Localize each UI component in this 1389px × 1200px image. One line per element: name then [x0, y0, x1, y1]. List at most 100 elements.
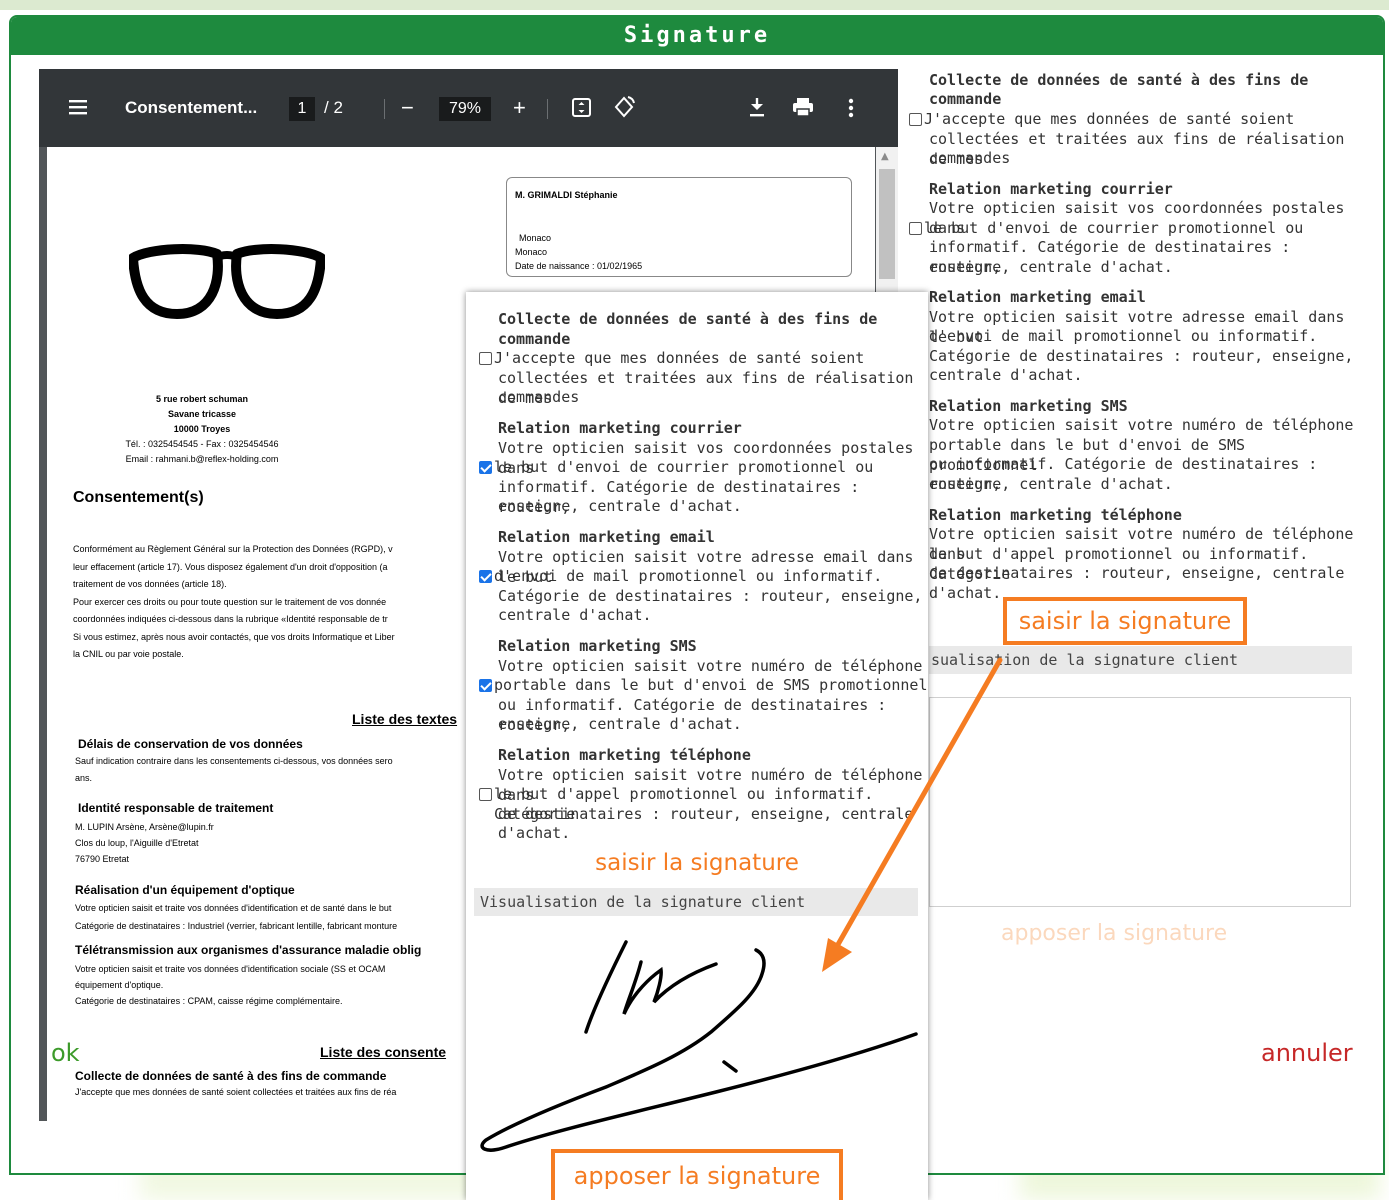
- body-line: Si vous estimez, après nous avoir contac…: [73, 631, 395, 642]
- signature-preview-label: sualisation de la signature client: [929, 646, 1352, 674]
- consent-text: de destinataires : routeur, enseigne, ce…: [498, 805, 914, 823]
- consent-checkbox-sms[interactable]: [479, 679, 492, 692]
- identite-title: Identité responsable de traitement: [78, 801, 274, 815]
- collecte-body: J'accepte que mes données de santé soien…: [75, 1087, 397, 1097]
- glasses-logo: [129, 244, 325, 319]
- body-line: leur effacement (article 17). Vous dispo…: [73, 561, 388, 572]
- consent-text: Catégorie de destinataires : routeur, en…: [929, 347, 1354, 365]
- body-line: 76790 Etretat: [75, 854, 130, 864]
- consent-text: enseigne, centrale d'achat.: [498, 715, 742, 733]
- consent-title: Relation marketing SMS: [498, 637, 697, 655]
- consent-text: Votre opticien saisit votre numéro de té…: [498, 657, 923, 675]
- patient-city: Monaco: [519, 233, 552, 243]
- body-line: Catégorie de destinataires : CPAM, caiss…: [75, 996, 343, 1006]
- consent-title: Relation marketing courrier: [498, 419, 742, 437]
- download-icon[interactable]: [747, 69, 767, 147]
- apply-signature-link[interactable]: apposer la signature: [1001, 921, 1227, 946]
- patient-name: M. GRIMALDI Stéphanie: [515, 190, 618, 200]
- consent-text: Votre opticien saisit votre numéro de té…: [929, 416, 1354, 434]
- capture-signature-link[interactable]: saisir la signature: [466, 852, 928, 874]
- consent-text: Catégorie de destinataires : routeur, en…: [498, 587, 923, 605]
- scroll-up-icon[interactable]: ▲: [881, 151, 889, 162]
- body-line: coordonnées indiquées ci-dessous dans la…: [73, 614, 388, 624]
- body-line: équipement d'optique.: [75, 980, 164, 990]
- realisation-body: Votre opticien saisit et traite vos donn…: [75, 899, 397, 935]
- consent-text: le but d'envoi de courrier promotionnel …: [924, 219, 1304, 237]
- body-line: Sauf indication contraire dans les conse…: [75, 756, 393, 766]
- list-consents-heading: Liste des consente: [320, 1044, 447, 1060]
- consent-text: de destinataires : routeur, enseigne, ce…: [929, 564, 1345, 582]
- consent-title: Relation marketing courrier: [929, 180, 1173, 198]
- consent-text: enseigne, centrale d'achat.: [929, 258, 1173, 276]
- body-line: Pour exercer ces droits ou pour toute qu…: [73, 596, 387, 607]
- consent-checkbox-courrier[interactable]: [909, 222, 922, 235]
- signature-preview-canvas[interactable]: [929, 697, 1351, 907]
- body-line: Conformément au Règlement Général sur la…: [73, 544, 393, 554]
- ok-button[interactable]: ok: [51, 1039, 80, 1067]
- consent-text: enseigne, centrale d'achat.: [498, 497, 742, 515]
- more-vert-icon[interactable]: [847, 69, 855, 147]
- consent-text: centrale d'achat.: [498, 606, 652, 624]
- body-line: ans.: [75, 773, 93, 783]
- store-address: 5 rue robert schuman Savane tricasse 100…: [47, 392, 357, 467]
- consent-text: commandes: [929, 149, 1011, 167]
- consent-title: Relation marketing email: [929, 288, 1146, 306]
- collecte-title: Collecte de données de santé à des fins …: [75, 1069, 387, 1083]
- capture-signature-button[interactable]: saisir la signature: [1003, 597, 1247, 645]
- consent-text: enseigne, centrale d'achat.: [929, 475, 1173, 493]
- page-number-input[interactable]: 1: [289, 97, 315, 121]
- consent-text: d'achat.: [929, 584, 1002, 602]
- pdf-scrollbar-thumb[interactable]: [879, 169, 895, 279]
- consent-text: J'accepte que mes données de santé soien…: [924, 110, 1295, 128]
- apply-signature-button[interactable]: apposer la signature: [551, 1149, 843, 1200]
- consent-text: le but d'envoi de courrier promotionnel …: [494, 458, 874, 476]
- consent-heading: Consentement(s): [73, 489, 204, 506]
- consent-title: Relation marketing email: [498, 528, 715, 546]
- toolbar-separator: [384, 99, 385, 119]
- cancel-button[interactable]: annuler: [1261, 1039, 1353, 1067]
- realisation-title: Réalisation d'un équipement d'optique: [75, 883, 295, 897]
- fit-page-icon[interactable]: [571, 69, 593, 147]
- address-line: 5 rue robert schuman: [155, 394, 249, 404]
- rotate-icon[interactable]: [612, 69, 636, 147]
- consent-title: Collecte de données de santé à des fins …: [498, 310, 878, 328]
- body-line: la CNIL ou par voie postale.: [73, 649, 184, 659]
- teletransmission-body: Votre opticien saisit et traite vos donn…: [75, 961, 385, 1009]
- body-line: Catégorie de destinataires : Industriel …: [75, 921, 398, 931]
- consent-text: portable dans le but d'envoi de SMS prom…: [494, 676, 928, 694]
- address-phone: Tél. : 0325454545 - Fax : 0325454546: [125, 439, 279, 449]
- patient-box: M. GRIMALDI Stéphanie Monaco Monaco Date…: [506, 177, 852, 277]
- consent-checkbox-collecte[interactable]: [479, 352, 492, 365]
- consent-title: commande: [498, 330, 571, 348]
- signature-drawing[interactable]: [466, 922, 928, 1152]
- zoom-in-button[interactable]: +: [513, 69, 526, 147]
- consent-checkbox-collecte[interactable]: [909, 113, 922, 126]
- rgpd-paragraph: Conformément au Règlement Général sur la…: [73, 541, 395, 664]
- hamburger-icon[interactable]: [69, 69, 89, 147]
- consent-title: Relation marketing téléphone: [498, 746, 751, 764]
- consent-text: d'achat.: [498, 824, 571, 842]
- patient-city-2: Monaco: [515, 247, 548, 257]
- consent-title: Relation marketing téléphone: [929, 506, 1182, 524]
- body-line: traitement de vos données (article 18).: [73, 579, 227, 589]
- consent-checkbox-telephone[interactable]: [479, 788, 492, 801]
- zoom-out-button[interactable]: −: [401, 69, 414, 147]
- body-line: Votre opticien saisit et traite vos donn…: [75, 903, 392, 913]
- dialog-title: Signature: [11, 17, 1383, 55]
- pdf-toolbar: Consentement... 1 / 2 − 79% +: [39, 69, 898, 147]
- body-line: Votre opticien saisit et traite vos donn…: [75, 964, 386, 974]
- address-line: 10000 Troyes: [173, 424, 231, 434]
- consent-checkbox-courrier[interactable]: [479, 461, 492, 474]
- body-line: Clos du loup, l'Aiguille d'Etretat: [75, 838, 199, 848]
- pdf-document-title: Consentement...: [125, 98, 258, 117]
- consent-checkbox-email[interactable]: [479, 570, 492, 583]
- zoom-input[interactable]: 79%: [439, 97, 491, 121]
- page-total: / 2: [324, 98, 343, 117]
- print-icon[interactable]: [791, 69, 815, 147]
- list-texts-heading: Liste des textes: [352, 711, 458, 727]
- consent-title: commande: [929, 90, 1002, 108]
- consent-text: d'envoi de mail promotionnel ou informat…: [929, 327, 1318, 345]
- consent-text: centrale d'achat.: [929, 366, 1083, 384]
- signature-preview-label: Visualisation de la signature client: [474, 888, 918, 916]
- consent-text: commandes: [498, 388, 580, 406]
